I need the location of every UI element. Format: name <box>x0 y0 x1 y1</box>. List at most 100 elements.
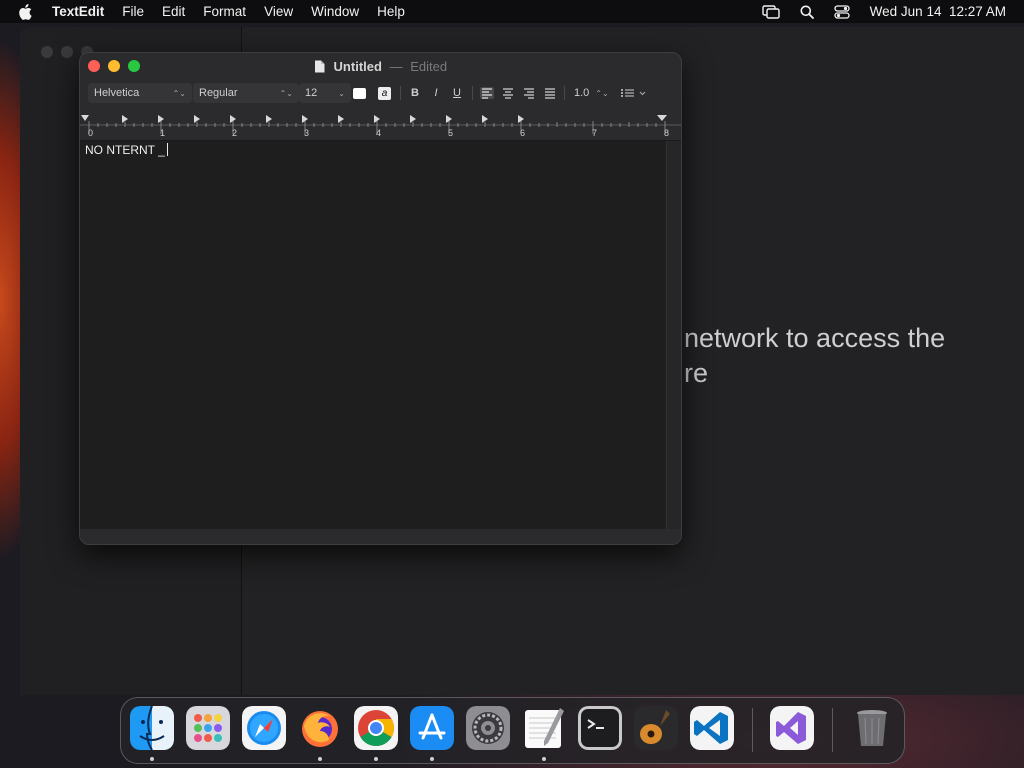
running-indicator <box>318 757 322 761</box>
terminal-icon <box>578 706 622 750</box>
menubar-clock[interactable]: Wed Jun 14 12:27 AM <box>870 4 1006 19</box>
ruler-number: 5 <box>448 128 454 138</box>
font-family-value: Helvetica <box>94 87 140 99</box>
popup-arrows-icon: ⌃⌄ <box>279 88 293 98</box>
dock-finder[interactable] <box>130 706 174 750</box>
tab-stop-marker <box>122 115 128 123</box>
document-icon[interactable] <box>314 60 325 76</box>
justify-button[interactable] <box>543 83 557 103</box>
dock-launchpad[interactable] <box>186 706 230 750</box>
text-color-swatch <box>353 87 366 99</box>
tab-stop-marker <box>338 115 344 123</box>
launchpad-icon <box>186 706 230 750</box>
align-right-icon <box>524 88 534 99</box>
ruler-number: 3 <box>304 128 310 138</box>
font-size-value: 12 <box>305 87 318 99</box>
toolbar-divider <box>564 86 565 100</box>
dock-trash[interactable] <box>850 706 894 750</box>
dock-divider <box>752 708 753 752</box>
dock-firefox[interactable] <box>298 706 342 750</box>
menu-bar: TextEdit File Edit Format View Window He… <box>0 0 1024 23</box>
chevron-down-icon: ⌄ <box>338 88 345 98</box>
inactive-minimize-button[interactable] <box>61 46 73 58</box>
ruler-number: 2 <box>232 128 238 138</box>
screen-mirroring-icon[interactable] <box>761 4 780 19</box>
dock-app-store[interactable] <box>410 706 454 750</box>
finder-icon <box>130 706 174 750</box>
dock-textedit[interactable] <box>522 706 566 750</box>
tab-stop-marker <box>482 115 488 123</box>
textedit-icon <box>525 708 564 748</box>
textedit-window: Untitled — Edited Helvetica ⌃⌄ Regular ⌃… <box>79 52 682 545</box>
dock-safari[interactable] <box>242 706 286 750</box>
tab-stop-marker <box>266 115 272 123</box>
font-style-value: Regular <box>199 87 238 99</box>
menu-file[interactable]: File <box>122 4 144 19</box>
app-store-icon <box>410 706 454 750</box>
align-left-icon <box>480 87 494 99</box>
menu-app-name[interactable]: TextEdit <box>52 4 104 19</box>
inactive-close-button[interactable] <box>41 46 53 58</box>
dock-system-settings[interactable] <box>466 706 510 750</box>
align-left-button[interactable] <box>480 83 494 103</box>
toolbar-divider <box>400 86 401 100</box>
window-title-bar[interactable]: Untitled — Edited <box>80 53 681 81</box>
ruler[interactable]: 0 1 2 3 4 5 6 7 8 <box>80 110 681 141</box>
spotlight-search-icon[interactable] <box>800 5 814 19</box>
menu-help[interactable]: Help <box>377 4 405 19</box>
tab-stop-marker <box>410 115 416 123</box>
dock-terminal[interactable] <box>578 706 622 750</box>
popup-arrows-icon: ⌃⌄ <box>172 88 186 98</box>
toolbar-divider <box>472 86 473 100</box>
align-right-button[interactable] <box>522 83 536 103</box>
vertical-scrollbar[interactable] <box>666 141 681 529</box>
dock-garageband[interactable] <box>634 706 678 750</box>
underline-button[interactable]: U <box>449 83 465 103</box>
menu-window[interactable]: Window <box>311 4 359 19</box>
menu-format[interactable]: Format <box>203 4 246 19</box>
apple-menu-icon[interactable] <box>18 3 36 21</box>
list-bullets-button[interactable] <box>620 83 646 103</box>
dock-visual-studio[interactable] <box>770 706 814 750</box>
ruler-number: 6 <box>520 128 526 138</box>
menu-view[interactable]: View <box>264 4 293 19</box>
format-toolbar: Helvetica ⌃⌄ Regular ⌃⌄ 12 ⌄ a B I U 1.0… <box>80 83 681 107</box>
right-margin-marker <box>657 115 667 121</box>
dock-vscode[interactable] <box>690 706 734 750</box>
highlight-color-button[interactable]: a <box>378 83 391 103</box>
ruler-number: 4 <box>376 128 382 138</box>
line-spacing-value: 1.0 <box>574 87 590 99</box>
text-color-well[interactable] <box>353 83 366 103</box>
dock-chrome[interactable] <box>354 706 398 750</box>
popup-arrows-icon: ⌃⌄ <box>595 88 609 98</box>
tab-stop-marker <box>194 115 200 123</box>
line-spacing-popup[interactable]: 1.0 ⌃⌄ <box>568 83 614 103</box>
text-caret <box>166 143 168 156</box>
align-center-button[interactable] <box>501 83 515 103</box>
chrome-icon <box>354 706 398 750</box>
running-indicator <box>542 757 546 761</box>
font-family-popup[interactable]: Helvetica ⌃⌄ <box>88 83 192 103</box>
running-indicator <box>430 757 434 761</box>
running-indicator <box>374 757 378 761</box>
visual-studio-icon <box>770 706 814 750</box>
document-text-area[interactable]: NO NTERNT _ <box>80 141 666 529</box>
firefox-icon <box>302 711 338 747</box>
window-title: Untitled — Edited <box>80 59 681 76</box>
menu-edit[interactable]: Edit <box>162 4 185 19</box>
trash-icon <box>857 710 887 746</box>
document-state: Edited <box>410 59 448 74</box>
bold-button[interactable]: B <box>407 83 423 103</box>
list-bullets-icon <box>621 89 646 97</box>
document-text[interactable]: NO NTERNT _ <box>85 143 168 157</box>
justify-icon <box>545 88 555 99</box>
dock <box>120 697 905 764</box>
running-indicator <box>150 757 154 761</box>
italic-button[interactable]: I <box>428 83 444 103</box>
control-center-icon[interactable] <box>834 4 850 19</box>
document-text-content: NO NTERNT _ <box>85 143 165 157</box>
font-size-combo[interactable]: 12 ⌄ <box>299 83 351 103</box>
guitar-icon <box>634 706 678 750</box>
font-style-popup[interactable]: Regular ⌃⌄ <box>193 83 299 103</box>
ruler-number: 1 <box>160 128 166 138</box>
